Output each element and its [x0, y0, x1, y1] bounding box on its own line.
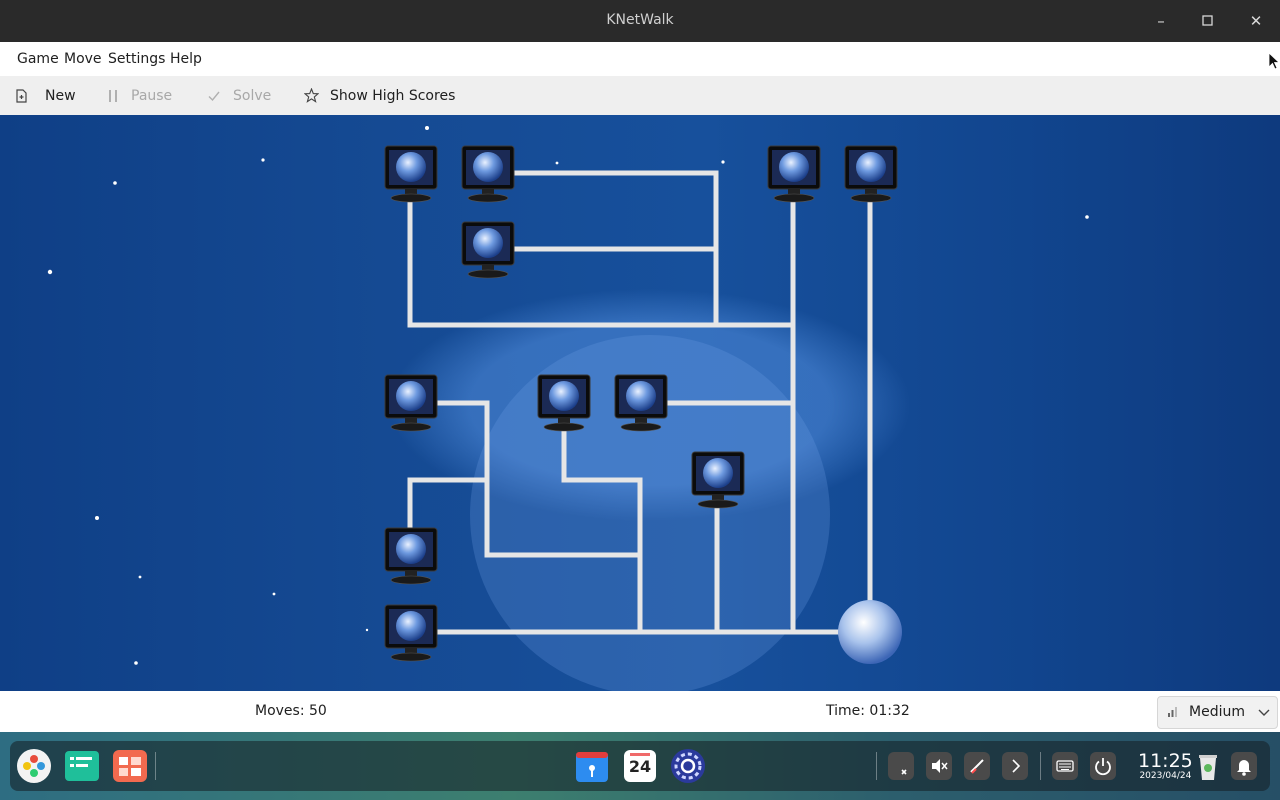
pause-button-label: Pause	[131, 87, 173, 104]
computer-node[interactable]	[384, 604, 438, 662]
apps-grid-icon	[113, 750, 147, 782]
status-bar: Moves: 50 Time: 01:32 Medium	[0, 691, 1280, 732]
mouse-cursor-icon	[1268, 52, 1280, 70]
server-globe[interactable]	[838, 600, 902, 664]
pause-button[interactable]: Pause	[107, 76, 172, 115]
folder-icon	[576, 752, 608, 782]
toolbar: New Pause Solve Show High Scores	[0, 76, 1280, 116]
minimize-button[interactable]: –	[1151, 11, 1171, 31]
moves-counter: Moves: 50	[255, 703, 327, 719]
power-icon	[1090, 752, 1116, 780]
computer-node[interactable]	[461, 221, 515, 279]
bell-icon	[1231, 752, 1257, 780]
clock-date: 2023/04/24	[1139, 771, 1192, 781]
window-title: KNetWalk	[606, 12, 674, 28]
computer-node[interactable]	[767, 145, 821, 203]
computer-node[interactable]	[384, 145, 438, 203]
taskbar-separator	[155, 752, 156, 780]
menu-game[interactable]: Game	[17, 51, 59, 67]
volume-muted-icon	[926, 752, 952, 780]
volume-button[interactable]	[925, 751, 953, 785]
menu-settings[interactable]: Settings	[108, 51, 165, 67]
software-center-button[interactable]	[112, 748, 148, 788]
trash-icon	[1199, 755, 1217, 780]
new-button[interactable]: New	[14, 76, 76, 115]
solve-button[interactable]: Solve	[207, 76, 271, 115]
screen-record-button[interactable]	[887, 751, 915, 785]
computer-node[interactable]	[844, 145, 898, 203]
checkmark-icon	[208, 91, 220, 101]
menu-help[interactable]: Help	[170, 51, 202, 67]
launcher-button[interactable]	[16, 748, 52, 788]
game-board[interactable]	[0, 115, 1280, 691]
menu-bar: Game Move Settings Help	[0, 42, 1280, 76]
close-button[interactable]: ✕	[1246, 11, 1266, 31]
computer-node[interactable]	[384, 527, 438, 585]
trash-button[interactable]	[1195, 750, 1221, 786]
calendar-day: 24	[628, 757, 652, 776]
terminal-icon	[65, 751, 99, 781]
clock[interactable]: 11:25 2023/04/24	[1138, 751, 1193, 782]
new-document-icon	[16, 88, 27, 103]
show-high-scores-label: Show High Scores	[330, 87, 456, 104]
settings-app-button[interactable]	[670, 748, 706, 788]
record-stop-icon	[888, 752, 914, 780]
network-button[interactable]	[963, 751, 991, 785]
notifications-button[interactable]	[1230, 751, 1258, 785]
computer-node[interactable]	[461, 145, 515, 203]
network-disconnected-icon	[964, 752, 990, 780]
difficulty-bars-icon	[1168, 707, 1177, 717]
show-high-scores-button[interactable]: Show High Scores	[304, 76, 455, 115]
power-button[interactable]	[1089, 751, 1117, 785]
computer-node[interactable]	[384, 374, 438, 432]
chevron-right-icon	[1002, 752, 1028, 780]
difficulty-value: Medium	[1189, 704, 1245, 720]
difficulty-select[interactable]: Medium	[1157, 696, 1278, 729]
title-bar: KNetWalk – ✕	[0, 0, 1280, 42]
menu-move[interactable]: Move	[64, 51, 102, 67]
game-board-canvas	[47, 126, 1089, 691]
maximize-icon	[1202, 15, 1213, 26]
new-button-label: New	[45, 87, 76, 104]
maximize-button[interactable]	[1198, 11, 1218, 31]
taskbar: 24 11:25 2023/04/24	[10, 741, 1270, 791]
taskbar-separator	[876, 752, 877, 780]
chevron-down-icon	[1258, 709, 1270, 716]
gear-icon	[671, 749, 705, 783]
launcher-icon	[17, 749, 51, 783]
taskbar-separator	[1040, 752, 1041, 780]
keyboard-icon	[1052, 752, 1078, 780]
time-counter: Time: 01:32	[826, 703, 910, 719]
calendar-button[interactable]: 24	[622, 748, 658, 788]
expand-tray-button[interactable]	[1001, 751, 1029, 785]
solve-button-label: Solve	[233, 87, 272, 104]
terminal-app-button[interactable]	[64, 748, 100, 788]
pause-icon	[109, 89, 117, 102]
clock-time: 11:25	[1138, 750, 1193, 772]
star-icon	[304, 88, 319, 103]
keyboard-button[interactable]	[1051, 751, 1079, 785]
file-manager-button[interactable]	[574, 748, 610, 788]
